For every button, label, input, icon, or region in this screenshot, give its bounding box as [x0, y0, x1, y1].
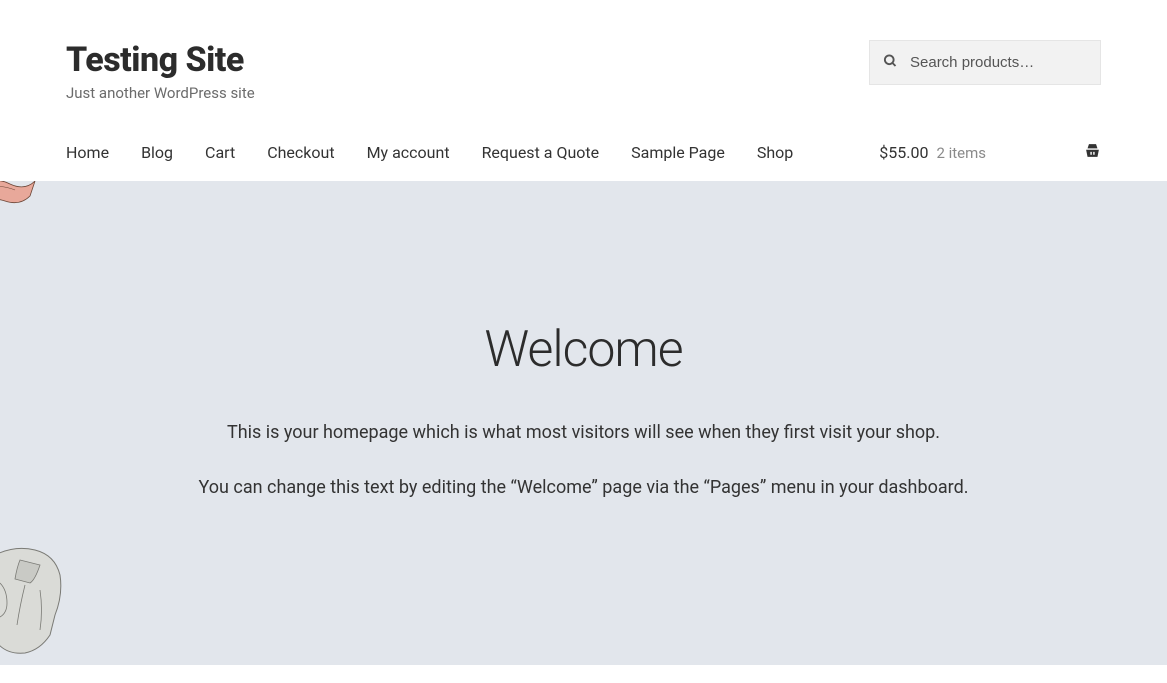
decorative-image-top [0, 181, 40, 216]
hero-section: Welcome This is your homepage which is w… [0, 181, 1167, 665]
nav-item-my-account[interactable]: My account [367, 143, 450, 162]
nav-item-cart[interactable]: Cart [205, 143, 235, 162]
hero-paragraph-1: This is your homepage which is what most… [20, 419, 1147, 446]
nav-item-home[interactable]: Home [66, 143, 109, 162]
search-box [869, 40, 1101, 85]
cart-link[interactable]: $55.00 2 items [879, 142, 1101, 163]
basket-icon [1084, 142, 1101, 163]
nav-item-checkout[interactable]: Checkout [267, 143, 334, 162]
cart-count: 2 items [936, 144, 986, 162]
search-input[interactable] [869, 40, 1101, 85]
page-title: Welcome [20, 321, 1147, 379]
nav-item-shop[interactable]: Shop [757, 143, 793, 162]
nav-item-blog[interactable]: Blog [141, 143, 173, 162]
nav-item-sample-page[interactable]: Sample Page [631, 143, 725, 162]
site-tagline: Just another WordPress site [66, 84, 255, 102]
hero-paragraph-2: You can change this text by editing the … [20, 474, 1147, 501]
site-title[interactable]: Testing Site [66, 40, 255, 80]
decorative-image-bottom [0, 535, 95, 665]
header-top: Testing Site Just another WordPress site [66, 0, 1101, 122]
site-branding: Testing Site Just another WordPress site [66, 40, 255, 102]
nav-item-request-quote[interactable]: Request a Quote [482, 143, 600, 162]
primary-navigation: Home Blog Cart Checkout My account Reque… [66, 122, 1101, 181]
site-header: Testing Site Just another WordPress site… [0, 0, 1167, 181]
nav-menu: Home Blog Cart Checkout My account Reque… [66, 143, 793, 162]
cart-price: $55.00 [879, 143, 928, 162]
